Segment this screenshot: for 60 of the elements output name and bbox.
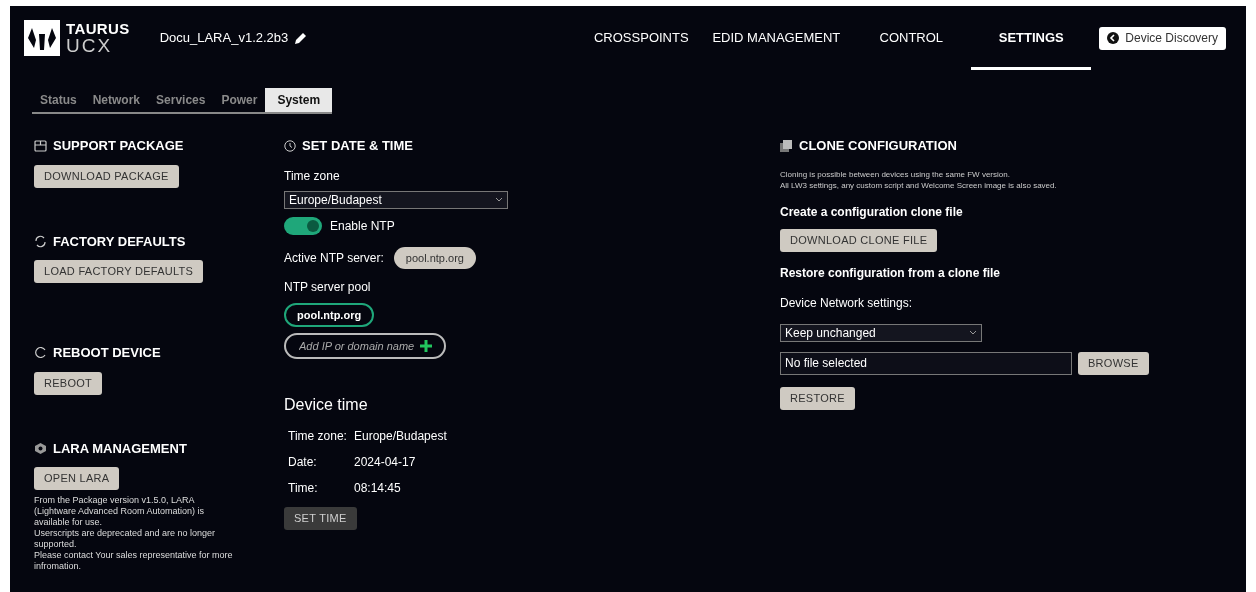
nav-tab[interactable]: CROSSPOINTS: [581, 6, 702, 70]
clock-icon: [284, 139, 296, 152]
action-button[interactable]: DOWNLOAD PACKAGE: [34, 164, 179, 188]
field-label: Time zone:: [288, 427, 348, 445]
field-label: Time:: [288, 479, 319, 497]
device-discovery-button[interactable]: Device Discovery: [1099, 26, 1226, 50]
sub-tab[interactable]: Network: [84, 88, 149, 112]
info-text: Cloning is possible between devices using the same FW version. All LW3 settings, any custom script and Welcome Screen image is also saved.: [780, 168, 1058, 191]
sub-tab[interactable]: Power: [213, 88, 266, 112]
add-server-field[interactable]: Add IP or domain name: [284, 332, 446, 359]
section-title: Device time: [284, 394, 369, 415]
refresh-icon: [34, 234, 47, 248]
browse-button[interactable]: BROWSE: [1078, 351, 1149, 375]
copy-icon: [780, 139, 793, 152]
action-button[interactable]: OPEN LARA: [34, 467, 120, 490]
section-title: SUPPORT PACKAGE: [53, 137, 184, 155]
field-label: Time zone: [284, 167, 341, 185]
plus-icon: [420, 339, 432, 352]
toggle-label: Enable NTP: [330, 217, 395, 235]
network-dropdown[interactable]: Keep unchanged: [780, 323, 982, 342]
info-text: From the Package version v1.5.0, LARA (Lightware Advanced Room Automation) is available for use. Userscripts are deprecated and are no longer supported. Please contact Your sales representative for more infromation.: [34, 495, 234, 572]
field-value: 2024-04-17: [354, 453, 416, 471]
nav-tab[interactable]: CONTROL: [851, 6, 972, 70]
field-label: Active NTP server:: [284, 249, 384, 267]
chevron-down-icon: [495, 197, 503, 202]
section-title: LARA MANAGEMENT: [53, 439, 187, 458]
logo-text: TAURUS: [66, 21, 130, 36]
server-chip[interactable]: pool.ntp.org: [284, 302, 375, 327]
section-title: SET DATE & TIME: [302, 137, 413, 155]
field-label: NTP server pool: [284, 278, 372, 296]
sub-tab[interactable]: System: [265, 88, 333, 112]
sub-tab[interactable]: Services: [148, 88, 214, 112]
section-title: REBOOT DEVICE: [53, 344, 161, 362]
subsection-title: Create a configuration clone file: [780, 203, 964, 221]
section-title: FACTORY DEFAULTS: [53, 232, 186, 251]
nav-tab[interactable]: EDID MANAGEMENT: [701, 6, 852, 70]
server-chip: pool.ntp.org: [393, 246, 476, 269]
hexagon-icon: [34, 441, 47, 455]
box-icon: [34, 139, 47, 153]
subsection-title: Restore configuration from a clone file: [780, 264, 1002, 282]
ntp-toggle[interactable]: [284, 216, 322, 235]
logo-text: UCX: [66, 36, 114, 55]
section-title: CLONE CONFIGURATION: [799, 137, 957, 155]
field-value: Europe/Budapest: [354, 427, 447, 445]
pencil-icon: [294, 31, 308, 45]
timezone-dropdown[interactable]: Europe/Budapest: [284, 190, 508, 209]
sub-tab[interactable]: Status: [32, 88, 85, 112]
field-label: Device Network settings:: [780, 294, 914, 312]
chevron-down-icon: [969, 330, 977, 335]
file-field[interactable]: No file selected: [780, 351, 1072, 375]
bull-head-logo-icon: [24, 20, 60, 56]
action-button[interactable]: LOAD FACTORY DEFAULTS: [34, 260, 204, 283]
download-clone-button[interactable]: DOWNLOAD CLONE FILE: [780, 228, 938, 252]
device-name: Docu_LARA_v1.2.2b3: [159, 29, 289, 48]
restore-button[interactable]: RESTORE: [780, 386, 855, 410]
action-button[interactable]: REBOOT: [34, 371, 103, 395]
reload-icon: [34, 346, 47, 360]
field-value: 08:14:45: [354, 479, 401, 497]
nav-tab[interactable]: SETTINGS: [971, 6, 1092, 70]
field-label: Date:: [288, 453, 318, 471]
